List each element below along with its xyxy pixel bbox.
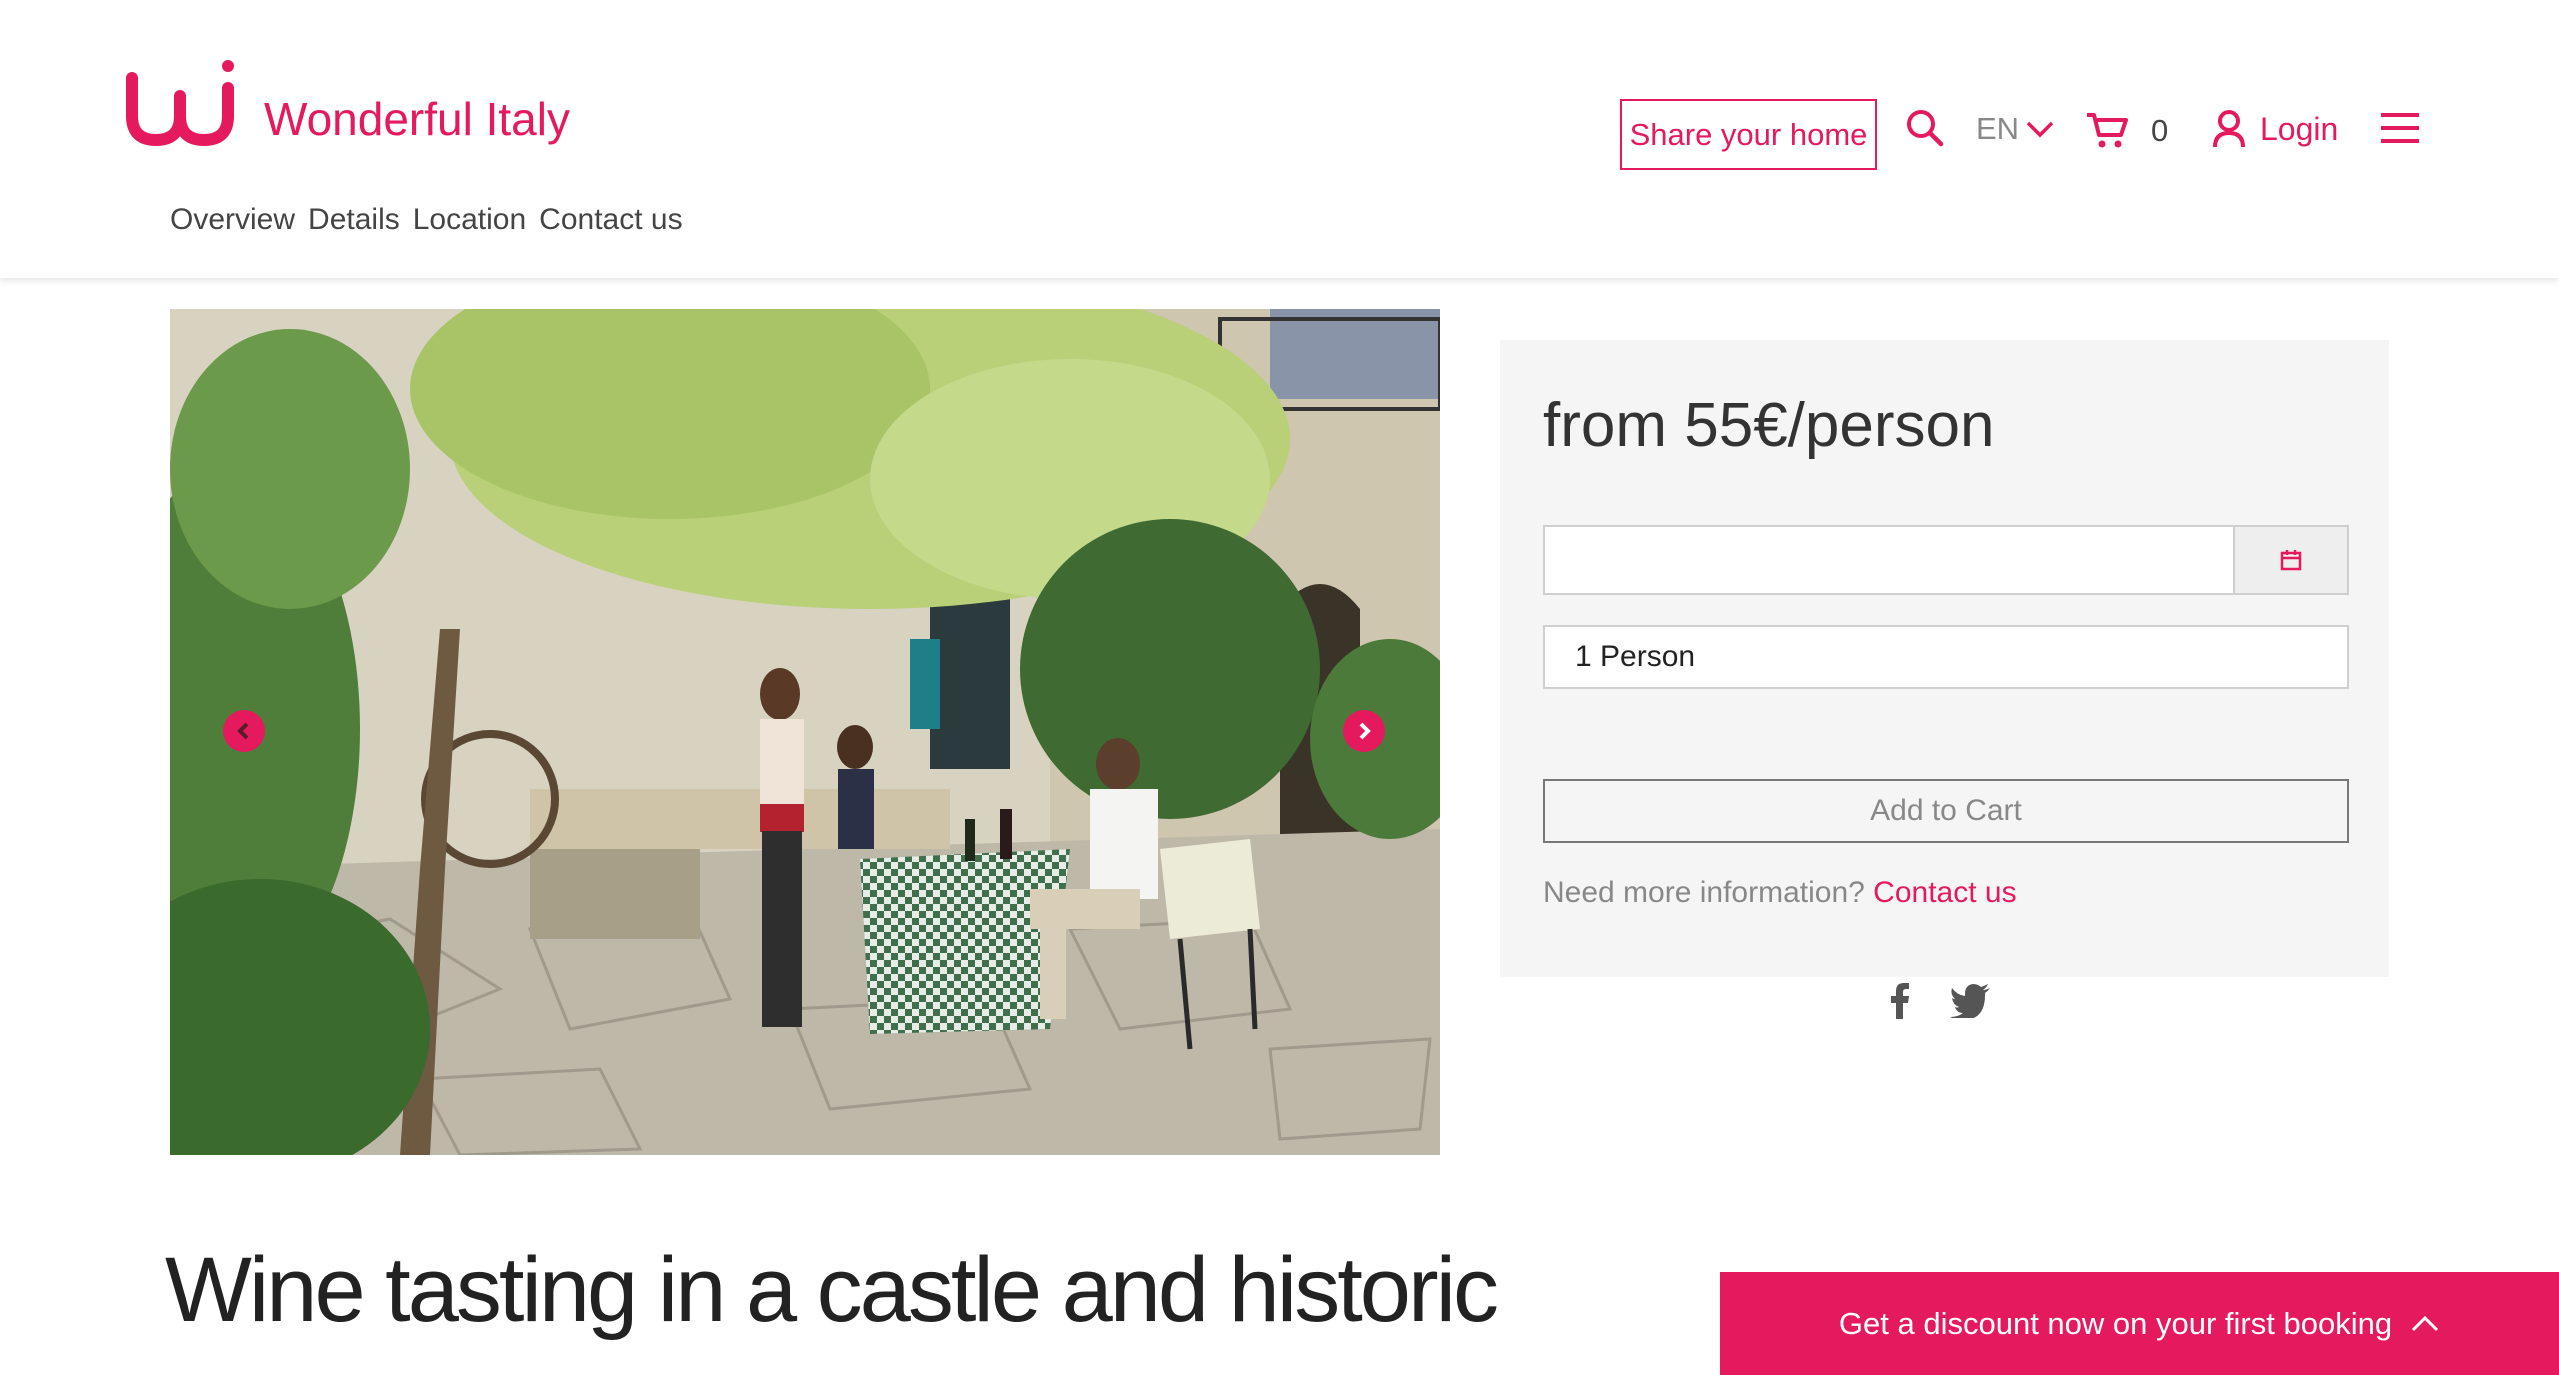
facebook-icon[interactable] — [1890, 983, 1910, 1019]
photo-gallery[interactable] — [170, 309, 1440, 1155]
cart-icon — [2087, 113, 2128, 148]
discount-banner[interactable]: Get a discount now on your first booking — [1720, 1272, 2559, 1375]
more-info-label: Need more information? — [1543, 876, 1865, 909]
calendar-icon — [2280, 550, 2302, 571]
language-label: EN — [1976, 111, 2020, 146]
share-your-home-button[interactable]: Share your home — [1620, 99, 1877, 170]
login-button[interactable]: Login — [2212, 109, 2338, 149]
cart-count: 0 — [2151, 113, 2169, 148]
more-info-text: Need more information? Contact us — [1543, 876, 2017, 910]
nav-contact-us[interactable]: Contact us — [539, 203, 682, 237]
search-icon[interactable] — [1905, 108, 1945, 153]
chevron-left-icon — [237, 722, 249, 740]
calendar-button[interactable] — [2233, 527, 2347, 593]
brand-mark-icon — [126, 60, 234, 147]
language-selector[interactable]: EN — [1976, 111, 2055, 147]
twitter-icon[interactable] — [1950, 984, 1990, 1018]
add-to-cart-button[interactable]: Add to Cart — [1543, 779, 2349, 843]
nav-overview[interactable]: Overview — [170, 203, 295, 237]
price-label: from 55€/person — [1543, 391, 1995, 460]
chevron-down-icon — [2026, 121, 2054, 138]
persons-select[interactable]: 1 Person — [1543, 625, 2349, 689]
user-icon — [2213, 110, 2245, 148]
brand-logo[interactable]: Wonderful Italy — [122, 58, 570, 150]
date-picker-field[interactable] — [1543, 525, 2349, 595]
menu-icon[interactable] — [2381, 112, 2419, 149]
nav-details[interactable]: Details — [308, 203, 400, 237]
site-header: Wonderful Italy Overview Details Locatio… — [0, 0, 2559, 278]
gallery-prev-button[interactable] — [223, 710, 265, 752]
nav-location[interactable]: Location — [413, 203, 526, 237]
brand-name: Wonderful Italy — [264, 93, 570, 145]
chevron-up-icon — [2412, 1315, 2439, 1331]
chevron-right-icon — [1359, 722, 1371, 740]
booking-panel: from 55€/person 1 Person Add to Cart Nee… — [1500, 340, 2389, 977]
social-share — [1890, 983, 1990, 1019]
contact-us-link[interactable]: Contact us — [1873, 876, 2016, 909]
login-label: Login — [2260, 110, 2339, 147]
page-title: Wine tasting in a castle and historic — [165, 1239, 1499, 1341]
section-nav: Overview Details Location Contact us — [170, 203, 683, 237]
gallery-next-button[interactable] — [1343, 710, 1385, 752]
gallery-photo — [170, 309, 1440, 1155]
discount-label: Get a discount now on your first booking — [1838, 1305, 2393, 1341]
cart-button[interactable]: 0 — [2085, 111, 2168, 151]
